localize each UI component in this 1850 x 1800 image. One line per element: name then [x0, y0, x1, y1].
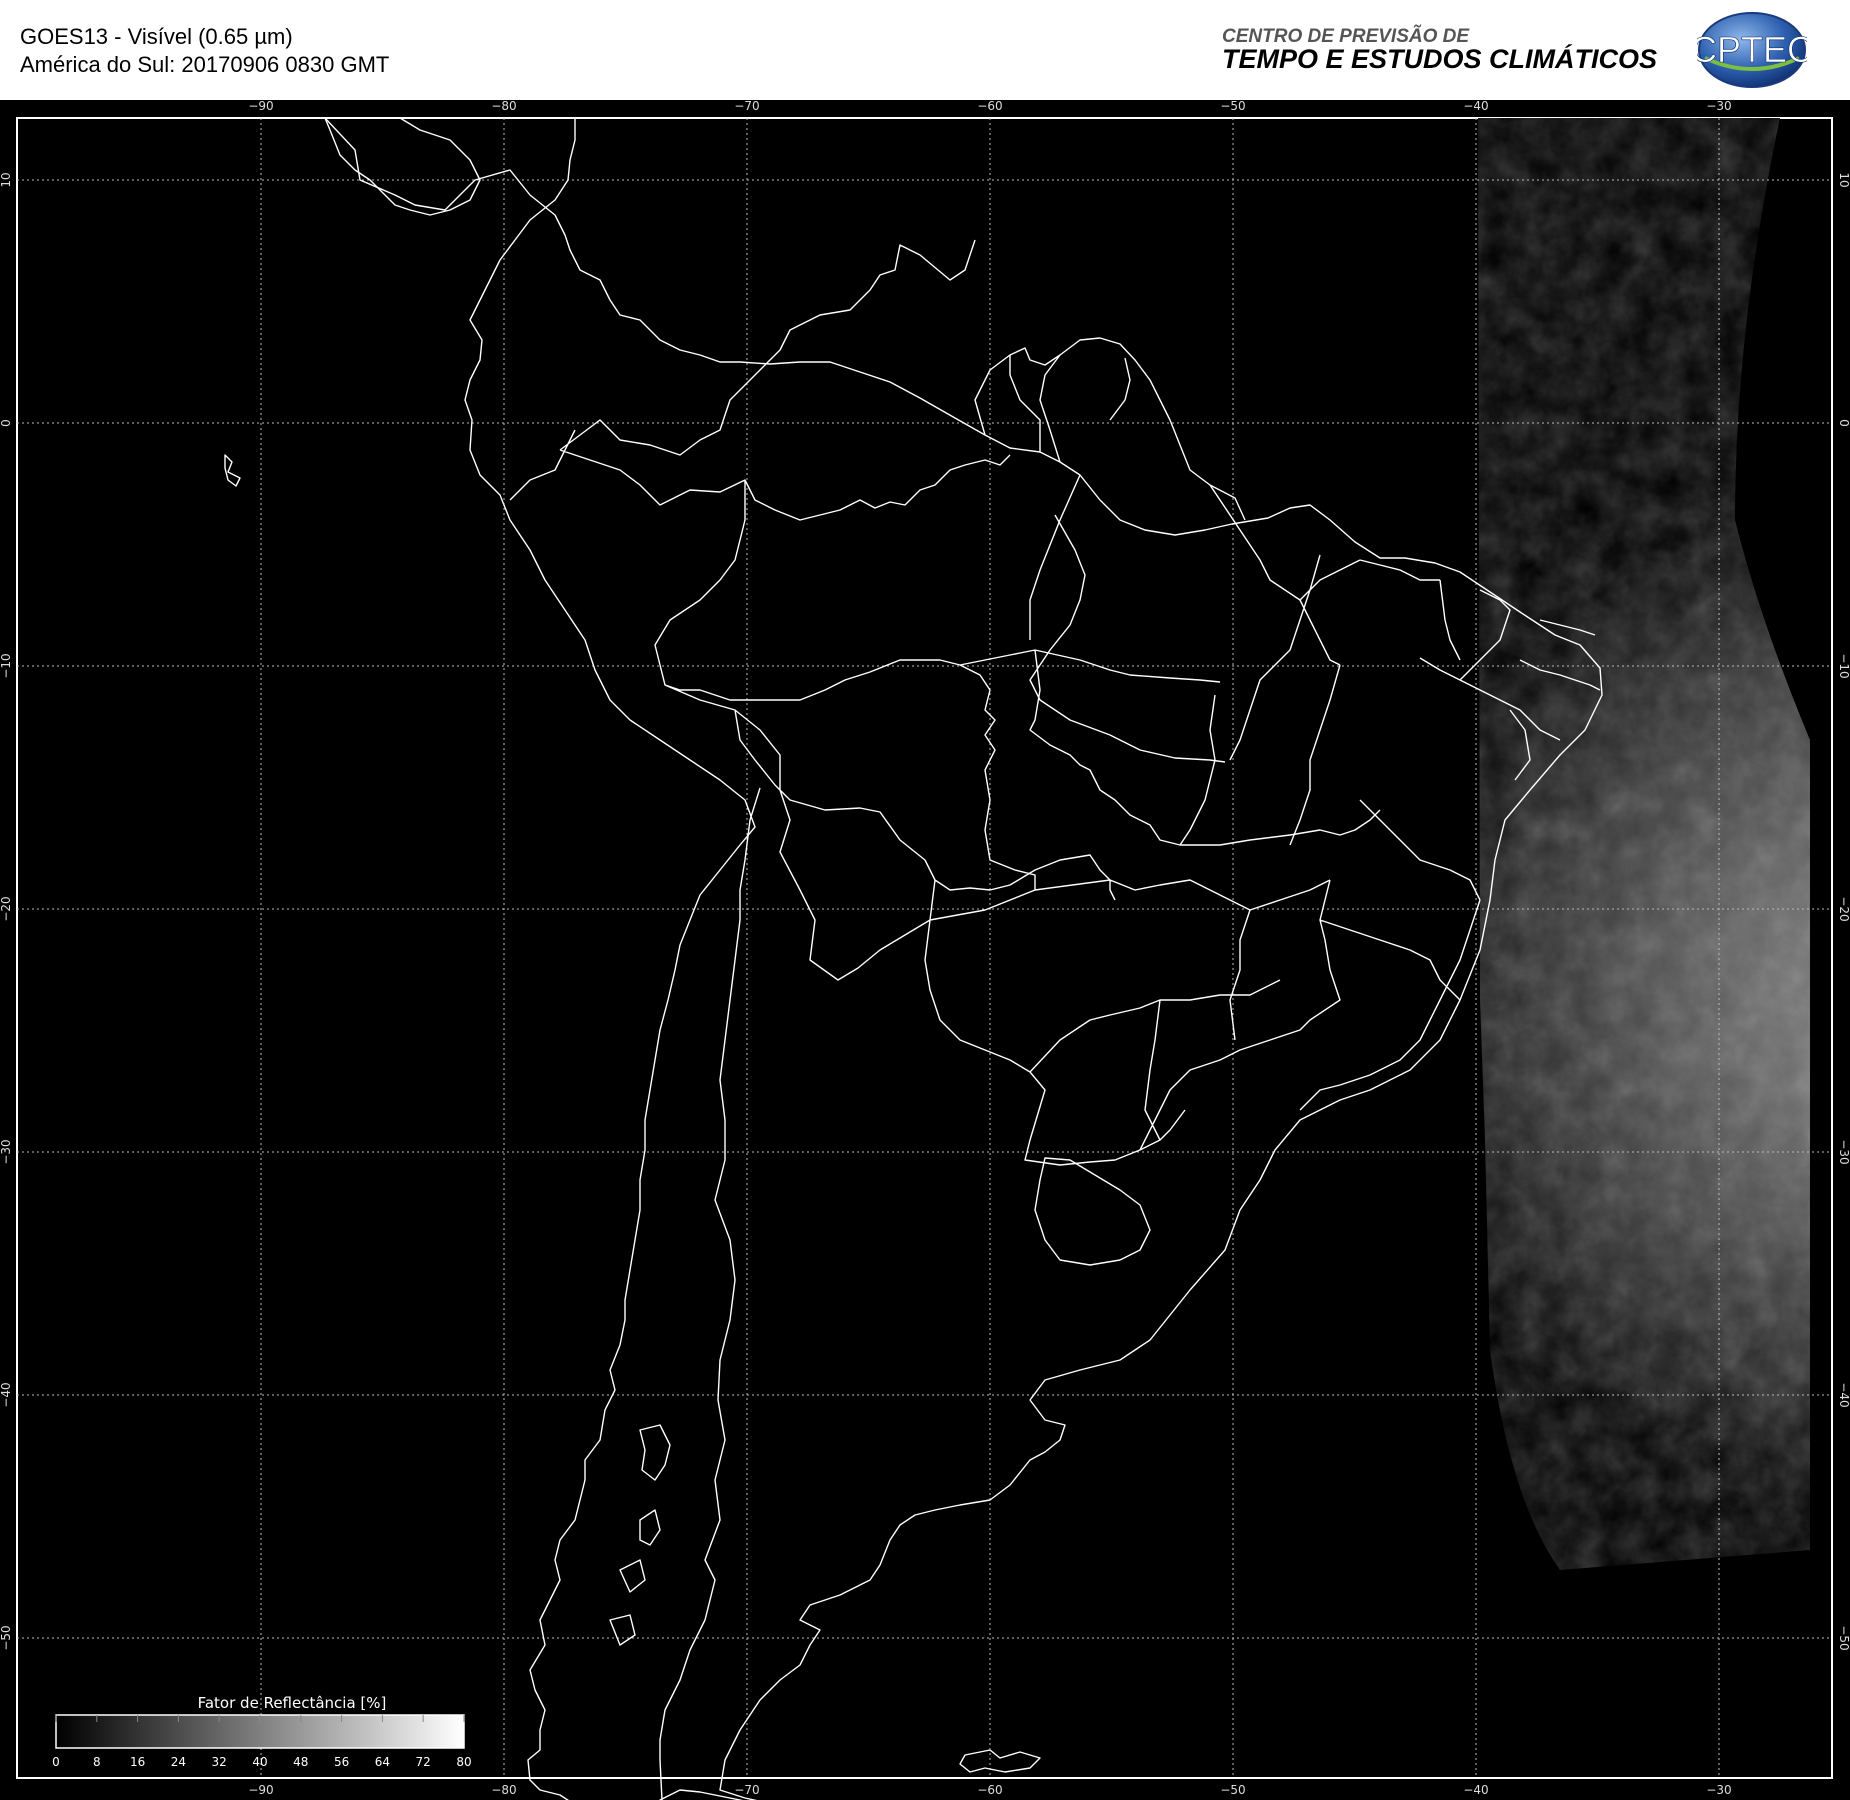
legend-tick-label: 32: [212, 1755, 227, 1769]
legend-tick-label: 40: [252, 1755, 267, 1769]
lon-label-bottom: −60: [977, 1783, 1002, 1797]
legend-tick-label: 80: [456, 1755, 471, 1769]
header: GOES13 - Visível (0.65 µm) América do Su…: [0, 0, 1850, 100]
svg-text:CPTEC: CPTEC: [1697, 29, 1807, 70]
org-name-line2: TEMPO E ESTUDOS CLIMÁTICOS: [1222, 44, 1658, 74]
cptec-logo: CPTEC: [1697, 12, 1807, 88]
legend-tick-label: 24: [171, 1755, 186, 1769]
satellite-map: −90 −90 −80 −80 −70 −70 −60 −60 −50 −50 −40 −40 −30 −…: [0, 100, 1850, 1800]
lon-label-bottom: −70: [734, 1783, 759, 1797]
lon-label-top: −70: [734, 100, 759, 113]
lon-label-top: −80: [491, 100, 516, 113]
lon-label-bottom: −90: [248, 1783, 273, 1797]
lat-label-left: −30: [0, 1139, 13, 1164]
lat-label-left: −10: [0, 653, 13, 678]
lon-label-top: −90: [248, 100, 273, 113]
lat-label-right: 10: [1837, 172, 1850, 187]
legend-title: Fator de Reflectância [%]: [198, 1694, 387, 1712]
legend-tick-label: 0: [52, 1755, 60, 1769]
legend-tick-label: 64: [375, 1755, 390, 1769]
legend-tick-label: 56: [334, 1755, 349, 1769]
legend-tick-label: 16: [130, 1755, 145, 1769]
region-date-title: América do Sul: 20170906 0830 GMT: [20, 52, 390, 77]
legend-tick-label: 72: [416, 1755, 431, 1769]
lat-label-left: −40: [0, 1382, 13, 1407]
product-title: GOES13 - Visível (0.65 µm): [20, 24, 293, 49]
map-canvas: −90 −90 −80 −80 −70 −70 −60 −60 −50 −50 −40 −40 −30 −…: [0, 100, 1850, 1800]
lat-label-right: 0: [1837, 419, 1850, 427]
lat-label-right: −40: [1837, 1382, 1850, 1407]
lat-label-left: 0: [0, 419, 13, 427]
lon-label-bottom: −30: [1706, 1783, 1731, 1797]
lat-label-left: −50: [0, 1625, 13, 1650]
lon-label-bottom: −80: [491, 1783, 516, 1797]
lat-label-right: −10: [1837, 653, 1850, 678]
lon-label-top: −60: [977, 100, 1002, 113]
legend-tick-label: 48: [293, 1755, 308, 1769]
lon-label-bottom: −40: [1463, 1783, 1488, 1797]
lat-label-left: −20: [0, 896, 13, 921]
lat-label-right: −20: [1837, 896, 1850, 921]
lon-label-top: −40: [1463, 100, 1488, 113]
lon-label-top: −50: [1220, 100, 1245, 113]
tierra-del-fuego: [659, 1789, 743, 1800]
lon-label-top: −30: [1706, 100, 1731, 113]
lon-label-bottom: −50: [1220, 1783, 1245, 1797]
lat-label-right: −30: [1837, 1139, 1850, 1164]
lat-label-left: 10: [0, 172, 13, 187]
legend-tick-label: 8: [93, 1755, 101, 1769]
lat-label-right: −50: [1837, 1625, 1850, 1650]
